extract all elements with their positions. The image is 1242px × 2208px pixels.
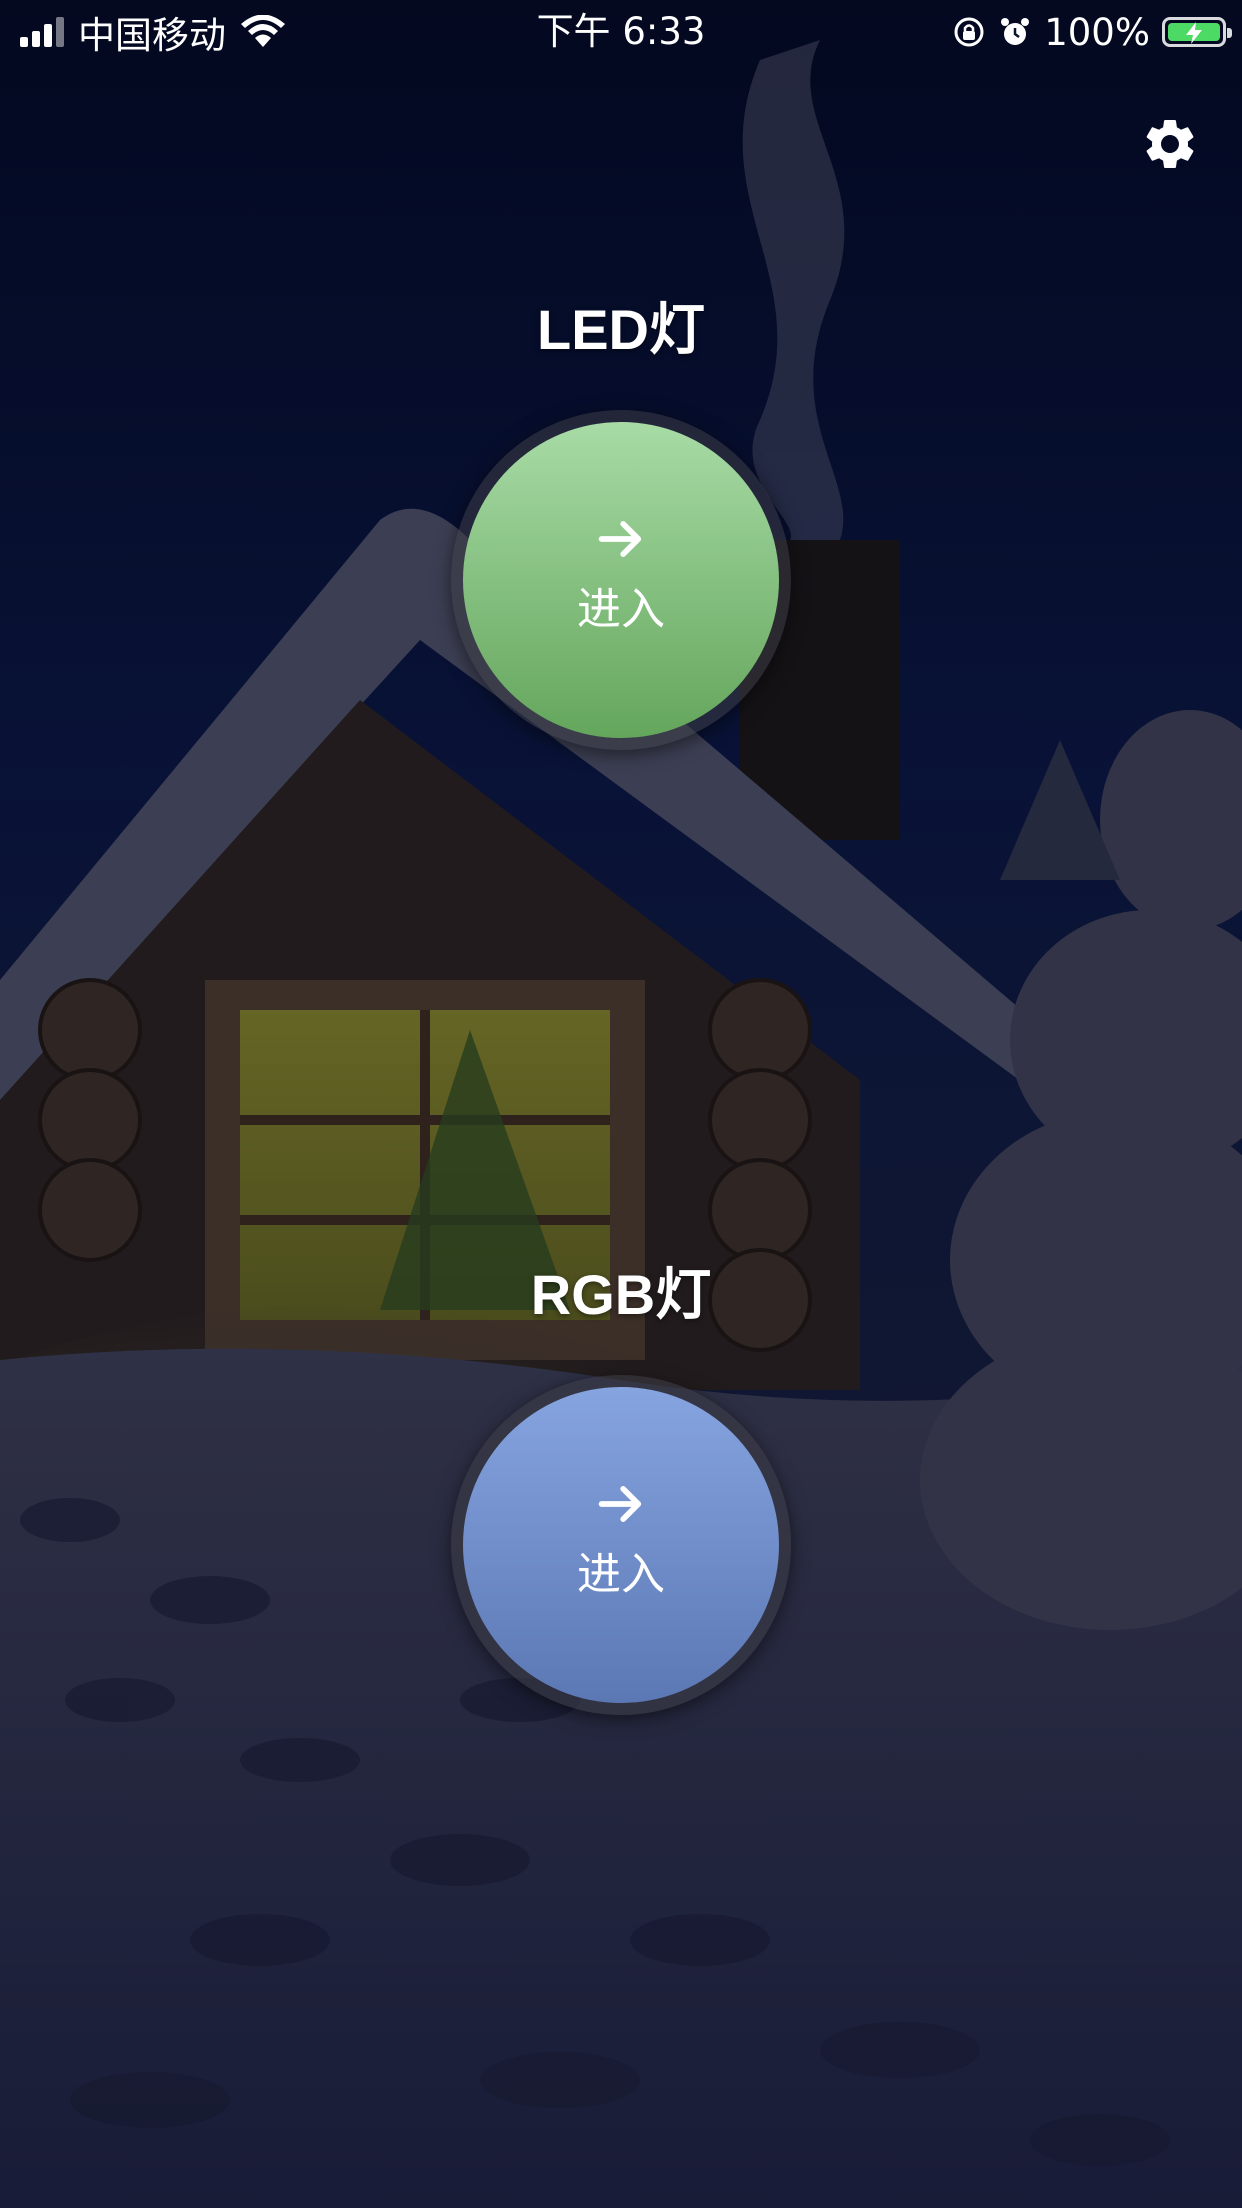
rgb-enter-ring: 进入 (451, 1375, 791, 1715)
rgb-enter-label: 进入 (577, 1549, 665, 1600)
led-enter-label: 进入 (577, 584, 665, 635)
rgb-title: RGB灯 (530, 1263, 712, 1326)
led-enter-ring: 进入 (451, 410, 791, 750)
led-title: LED灯 (537, 298, 705, 361)
gear-icon[interactable] (1140, 114, 1200, 174)
arrow-right-icon (598, 521, 642, 557)
status-bar: 中国移动 下午 6:33 100% (0, 0, 1242, 64)
battery-charging-icon (1162, 17, 1232, 47)
arrow-right-icon (598, 1486, 642, 1522)
led-enter-button[interactable]: 进入 (463, 422, 779, 738)
rgb-enter-button[interactable]: 进入 (463, 1387, 779, 1703)
battery-percentage: 100% (1044, 10, 1150, 54)
rotation-lock-icon (954, 17, 984, 47)
alarm-icon (1001, 18, 1030, 45)
status-bar-right: 100% (952, 8, 1232, 56)
